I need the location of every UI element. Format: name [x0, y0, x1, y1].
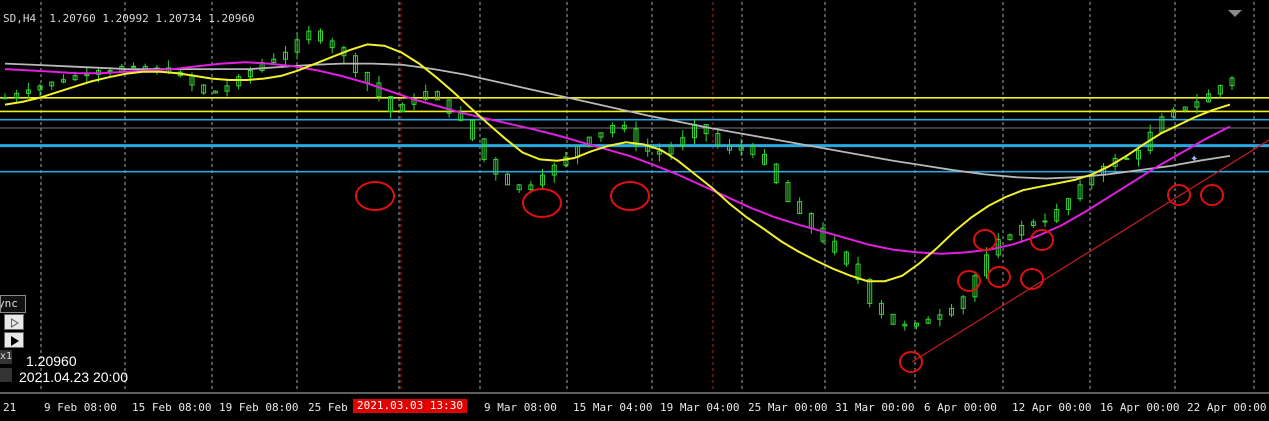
x-tick-label-2: 15 Feb 08:00 — [132, 401, 211, 414]
ma-slow-line — [4, 62, 1231, 180]
cursor-marker-icon: ✦ — [1190, 154, 1198, 165]
x-tick-label-9: 31 Mar 00:00 — [835, 401, 914, 414]
annotation-circle-3 — [973, 229, 997, 251]
price-chart[interactable]: ✦ 21 9 Feb 08:00 15 Feb 08:00 19 Feb 08:00 25… — [0, 0, 1269, 421]
x-tick-label-1: 9 Feb 08:00 — [44, 401, 117, 414]
annotation-circle-8 — [899, 351, 923, 373]
chart-dropdown-icon[interactable] — [1228, 10, 1242, 17]
crosshair-date-label: 2021.03.03 13:30 — [353, 399, 467, 413]
annotation-circle-1 — [522, 188, 562, 218]
annotation-circle-7 — [1020, 268, 1044, 290]
annotation-circle-0 — [355, 181, 395, 211]
annotation-circle-10 — [1200, 184, 1224, 206]
x-tick-label-11: 12 Apr 00:00 — [1012, 401, 1091, 414]
ma-mid-line — [4, 61, 1231, 255]
candle-body-11 — [131, 65, 137, 68]
candle-body-0 — [2, 97, 8, 100]
play-icon — [11, 336, 19, 346]
sync-button[interactable]: ync — [0, 295, 26, 313]
ma-fast-line — [4, 43, 1231, 283]
x-tick-label-0: 21 — [3, 401, 16, 414]
x-tick-label-3: 19 Feb 08:00 — [219, 401, 298, 414]
x-tick-label-7: 19 Mar 04:00 — [660, 401, 739, 414]
annotation-circle-2 — [610, 181, 650, 211]
play-outline-icon — [11, 318, 19, 328]
x-tick-label-13: 22 Apr 00:00 — [1187, 401, 1266, 414]
x-tick-label-6: 15 Mar 04:00 — [573, 401, 652, 414]
play-outline-button[interactable] — [4, 314, 24, 330]
x-tick-label-8: 25 Mar 00:00 — [748, 401, 827, 414]
chart-window[interactable]: ✦ 21 9 Feb 08:00 15 Feb 08:00 19 Feb 08:00 25… — [0, 0, 1269, 421]
candle-body-96 — [1124, 157, 1130, 160]
current-datetime: 2021.04.23 20:00 — [19, 369, 128, 385]
x-tick-label-10: 6 Apr 00:00 — [924, 401, 997, 414]
annotation-circle-9 — [1167, 184, 1191, 206]
current-price: 1.20960 — [26, 353, 77, 369]
play-button[interactable] — [4, 332, 24, 348]
candle-body-89 — [1042, 220, 1048, 223]
x-tick-label-5: 9 Mar 08:00 — [484, 401, 557, 414]
x-tick-label-12: 16 Apr 00:00 — [1100, 401, 1179, 414]
symbol-ohlc-header: SD,H4 1.20760 1.20992 1.20734 1.20960 — [3, 12, 255, 25]
annotation-circle-4 — [1030, 229, 1054, 251]
annotation-circle-6 — [987, 266, 1011, 288]
speed-slider[interactable] — [0, 368, 12, 382]
speed-x1-label[interactable]: x1 — [0, 350, 12, 364]
